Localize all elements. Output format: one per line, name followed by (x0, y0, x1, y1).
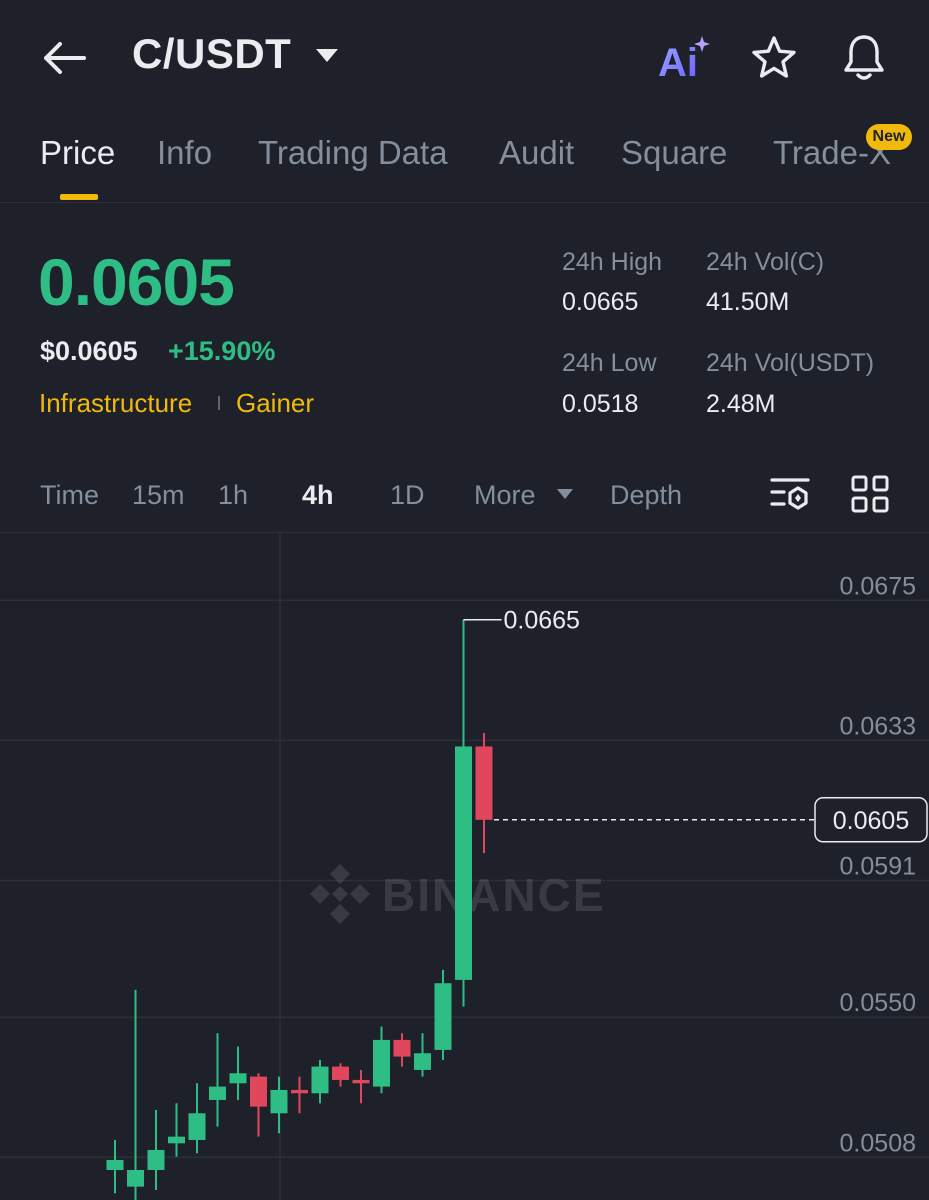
interval-4h[interactable]: 4h (302, 480, 334, 511)
grid-layout-icon[interactable] (850, 474, 890, 514)
arrow-left-icon[interactable] (40, 36, 88, 80)
vol-quote-label: 24h Vol(USDT) (706, 349, 875, 377)
candle[interactable] (455, 619, 472, 1007)
high-label: 24h High (562, 248, 663, 276)
tag-infrastructure[interactable]: Infrastructure (39, 388, 192, 419)
tab-square[interactable]: Square (621, 134, 727, 172)
candle-body (311, 1066, 329, 1094)
candle[interactable] (209, 1033, 226, 1127)
candle[interactable] (373, 1026, 390, 1094)
candle-body (168, 1136, 185, 1144)
indicator-settings-icon[interactable] (768, 474, 812, 514)
top-bar: C/USDT Ai (0, 0, 929, 118)
candle[interactable] (229, 1046, 247, 1100)
interval-more[interactable]: More (474, 480, 536, 511)
candle[interactable] (291, 1076, 308, 1114)
star-icon[interactable] (750, 34, 798, 82)
candle-body (455, 746, 472, 980)
candle[interactable] (127, 989, 144, 1200)
candle[interactable] (393, 1033, 411, 1067)
candle[interactable] (332, 1063, 349, 1087)
candle-body (434, 983, 452, 1050)
price-axis: 0.0675 0.0633 0.0591 0.0550 0.0508 (840, 572, 916, 1157)
y-tick-label: 0.0591 (840, 853, 916, 881)
last-price-label: 0.0605 (833, 807, 909, 835)
candle-body (209, 1086, 226, 1100)
last-price: 0.0605 (38, 245, 235, 319)
active-tab-indicator (60, 194, 98, 200)
candle[interactable] (147, 1109, 165, 1190)
tag-gainer[interactable]: Gainer (236, 388, 314, 419)
candle-body (250, 1076, 267, 1107)
candle-body (332, 1066, 349, 1080)
candle[interactable] (311, 1059, 329, 1104)
low-value: 0.0518 (562, 390, 639, 418)
tab-trading-data[interactable]: Trading Data (258, 134, 448, 172)
candle-body (475, 746, 493, 820)
caret-down-icon[interactable] (314, 46, 340, 64)
tab-info[interactable]: Info (157, 134, 212, 172)
low-label: 24h Low (562, 349, 657, 377)
interval-1d[interactable]: 1D (390, 480, 425, 511)
candle[interactable] (250, 1073, 267, 1137)
interval-depth[interactable]: Depth (610, 480, 682, 511)
candle-body (291, 1089, 308, 1094)
candle[interactable] (270, 1076, 288, 1134)
tag-divider (218, 396, 220, 410)
high-marker-label: 0.0665 (504, 607, 580, 635)
ai-label: Ai (658, 41, 698, 82)
y-tick-label: 0.0508 (840, 1129, 916, 1157)
price-change-percent: +15.90% (168, 336, 276, 366)
candle-body (127, 1169, 144, 1187)
interval-15m[interactable]: 15m (132, 480, 185, 511)
vol-base-value: 41.50M (706, 288, 790, 316)
candle-body (414, 1053, 431, 1070)
pair-title[interactable]: C/USDT (132, 30, 291, 78)
candle[interactable] (168, 1103, 185, 1157)
candle[interactable] (414, 1033, 431, 1077)
vol-base-label: 24h Vol(C) (706, 248, 825, 276)
y-tick-label: 0.0550 (840, 989, 916, 1017)
y-tick-label: 0.0633 (840, 712, 916, 740)
tab-price[interactable]: Price (40, 134, 115, 172)
usd-price: $0.0605 (40, 336, 138, 366)
candle-body (373, 1039, 390, 1087)
ai-sparkle-icon[interactable]: Ai (656, 34, 712, 82)
candlestick-chart[interactable]: BINANCE 0.0675 0.0633 0.0591 0.0550 0.0508 0… (0, 533, 929, 1200)
candle-body (229, 1073, 247, 1084)
bell-icon[interactable] (840, 32, 888, 82)
candle-body (106, 1159, 124, 1170)
candle-body (188, 1113, 206, 1140)
caret-down-icon[interactable] (556, 488, 574, 500)
candle[interactable] (106, 1139, 124, 1194)
vol-quote-value: 2.48M (706, 390, 776, 418)
candle-body (393, 1039, 411, 1057)
candle-body (352, 1079, 370, 1084)
tab-audit[interactable]: Audit (499, 134, 574, 172)
interval-time[interactable]: Time (40, 480, 99, 511)
candle[interactable] (434, 969, 452, 1060)
candle-body (147, 1149, 165, 1170)
candle[interactable] (352, 1069, 370, 1104)
high-value: 0.0665 (562, 288, 639, 316)
new-badge: New (866, 124, 912, 150)
tab-bar: Price Info Trading Data Audit Square Tra… (0, 118, 929, 203)
interval-1h[interactable]: 1h (218, 480, 248, 511)
candle[interactable] (475, 733, 493, 854)
candle-body (270, 1089, 288, 1114)
candle[interactable] (188, 1083, 206, 1154)
y-tick-label: 0.0675 (840, 572, 916, 600)
watermark-text: BINANCE (382, 869, 606, 921)
